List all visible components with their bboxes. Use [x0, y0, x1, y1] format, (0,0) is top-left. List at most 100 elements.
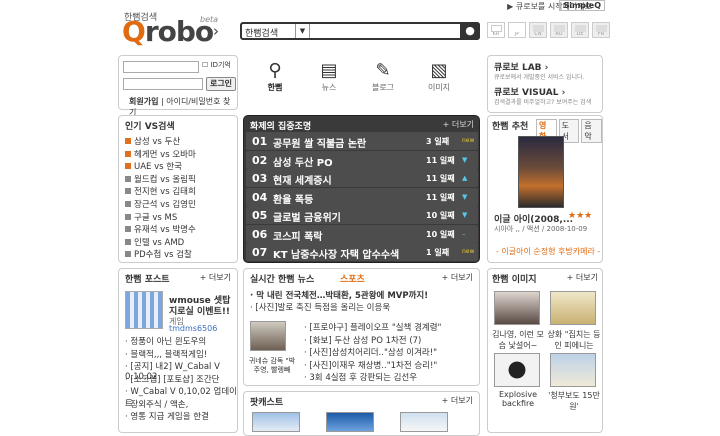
news-tab-realtime[interactable]: 실시간 한뻠 뉴스	[250, 272, 314, 285]
vs-item-label: 구글 vs MS	[134, 212, 178, 223]
id-input[interactable]	[123, 61, 199, 73]
post-more-link[interactable]: + 더보기	[200, 272, 231, 283]
hot-rank: 01	[252, 135, 268, 148]
login-panel: ☐ ID기억 로그인 회원가입 | 아이디/비밀번호 찾기	[118, 55, 238, 117]
news-list-item[interactable]: · [화보] 두산 삼성 PO 1차전 (7)	[304, 334, 421, 346]
movie-poster[interactable]	[518, 136, 564, 208]
hot-badge: ▼	[462, 211, 468, 219]
recommend-title: 한뻠 추천	[492, 122, 529, 132]
vs-item[interactable]: 구글 vs MS	[125, 211, 177, 223]
search-input[interactable]	[310, 24, 478, 38]
nav-blog[interactable]: ✎ 블로그	[358, 60, 408, 93]
bullet-icon	[125, 238, 131, 245]
hot-topic-row[interactable]: 02 삼성 두산 PO 11 일째 ▼	[246, 150, 478, 169]
post-list-item[interactable]: · 블랙적,,, 블랙적게임!	[125, 348, 207, 360]
post-list-item[interactable]: · [소크랩] [포토샵] 조간단	[125, 373, 219, 385]
image-caption-1[interactable]: 김나영, 이런 모습 낯설어~	[490, 329, 546, 351]
simpleq-button[interactable]: SimpleQ	[559, 0, 605, 11]
search-button[interactable]: ●	[460, 22, 480, 40]
hot-topic-row[interactable]: 04 환율 폭등 11 일째 ▼	[246, 187, 478, 206]
podcast-thumb-1[interactable]	[252, 412, 300, 432]
vs-item[interactable]: 유재석 vs 박명수	[125, 223, 196, 235]
remember-id[interactable]: ☐ ID기억	[202, 60, 231, 70]
hot-topic-row[interactable]: 03 현재 세계증시 11 일째 ▲	[246, 169, 478, 187]
hot-topic-row[interactable]: 05 글로벌 금융위기 10 일째 ▼	[246, 206, 478, 224]
vs-item[interactable]: 월드컵 vs 올림픽	[125, 173, 196, 185]
hot-title: 화제의 집중조명	[250, 122, 312, 132]
bullet-icon	[125, 213, 131, 220]
hot-badge: ▼	[462, 155, 468, 164]
newspaper-icon: ▤	[320, 60, 338, 81]
vs-item[interactable]: 삼성 vs 두산	[125, 135, 180, 147]
image-caption-2[interactable]: 상화 "집치는 등인 피에니는	[546, 329, 602, 351]
hot-rank: 07	[252, 246, 268, 259]
hot-topic-row[interactable]: 06 코스피 폭락 10 일째 –	[246, 224, 478, 243]
hot-topic-row[interactable]: 01 공무원 쌀 직불금 논란 3 일째 new	[246, 132, 478, 150]
vs-item[interactable]: UAE vs 한국	[125, 160, 182, 172]
news-list-item[interactable]: · [프로야구] 플레이오프 "실책 경계령"	[304, 321, 441, 333]
bullet-icon	[125, 188, 131, 195]
hot-topic-row[interactable]: 07 KT 남중수사장 자택 압수수색 1 일째 new	[246, 243, 478, 261]
vs-item[interactable]: 헤게먼 vs 오바마	[125, 148, 196, 160]
news-panel: 실시간 한뻠 뉴스 스포츠 + 더보기 · 막 내린 전국체전…박태환, 5관왕…	[243, 268, 480, 386]
image-caption-3[interactable]: Explosive backfire	[490, 390, 546, 408]
news-tab-sports[interactable]: 스포츠	[340, 272, 365, 285]
search-category-select[interactable]: 한뻠검색	[242, 24, 296, 39]
nav-news[interactable]: ▤ 뉴스	[304, 60, 354, 93]
vs-item[interactable]: PD수첩 vs 검찰	[125, 248, 192, 260]
podcast-thumb-2[interactable]	[326, 412, 374, 432]
image-thumb-2[interactable]	[550, 291, 596, 325]
vs-item[interactable]: 인텔 vs AMD	[125, 236, 184, 248]
news-thumbnail[interactable]	[250, 321, 286, 351]
bullet-icon	[125, 251, 131, 258]
hot-topic-text: 글로벌 금융위기	[273, 213, 341, 224]
tab-music[interactable]: 음악	[581, 119, 603, 143]
post-thumbnail[interactable]	[125, 291, 163, 329]
image-thumb-1[interactable]	[494, 291, 540, 325]
nav-web[interactable]: ⚲ 한뻠	[250, 60, 300, 93]
news-list-item[interactable]: · [사진]삼성치어리더.."삼성 이겨라!"	[304, 346, 437, 358]
flag-kr-icon[interactable]: KR	[487, 22, 505, 38]
hot-rank: 06	[252, 227, 268, 241]
post-list-item[interactable]: · 정품이 아닌 윈도우의	[125, 335, 206, 347]
hot-badge: –	[462, 229, 466, 238]
visual-description: 검색결과를 비주얼하고? 보여주는 검색	[494, 99, 592, 106]
hot-more-link[interactable]: + 더보기	[443, 119, 474, 130]
movie-rating: ★★★	[568, 211, 593, 221]
movie-note[interactable]: - 이글아이 순정형 후방카메라 -	[496, 246, 600, 257]
flag-ru-icon[interactable]: RU	[550, 22, 568, 38]
vs-item[interactable]: 전지현 vs 김태희	[125, 185, 196, 197]
image-caption-4[interactable]: '청부보도 15만원'	[546, 390, 602, 412]
bullet-icon	[125, 138, 131, 144]
podcast-title: 팟캐스트	[250, 398, 284, 408]
news-line-2[interactable]: · [사진]발로 축진 득점을 올리는 이응욱	[250, 301, 390, 313]
vs-item-label: 월드컵 vs 올림픽	[134, 174, 196, 185]
post-list-item[interactable]: · 영통 지급 게임을 한결	[125, 410, 209, 422]
news-caption[interactable]: 귀네슈 감독 "박주영, 빨렝빼	[248, 357, 296, 375]
vs-item-label: UAE vs 한국	[134, 162, 182, 173]
news-list-item[interactable]: · 3회 4실점 후 강판되는 김선우	[304, 371, 417, 383]
password-input[interactable]	[123, 78, 203, 90]
news-headline[interactable]: · 막 내린 전국체전…박태환, 5관왕에 MVP까지!	[250, 289, 428, 301]
join-link[interactable]: 회원가입	[129, 97, 158, 106]
news-list-item[interactable]: · [사진]이재우 채상병.."1차전 승리!"	[304, 359, 437, 371]
images-more-link[interactable]: + 더보기	[567, 272, 598, 283]
image-thumb-4[interactable]	[550, 353, 596, 387]
vs-search-panel: 인기 VS검색 삼성 vs 두산 헤게먼 vs 오바마 UAE vs 한국 월드컵 v…	[118, 115, 238, 263]
nav-image[interactable]: ▧ 이미지	[414, 60, 464, 93]
podcast-more-link[interactable]: + 더보기	[442, 395, 473, 406]
post-list-item[interactable]: · 장외주식 / 액손,	[125, 398, 188, 410]
flag-cn-icon[interactable]: CN	[529, 22, 547, 38]
flag-de-icon[interactable]: DE	[571, 22, 589, 38]
search-icon: ⚲	[268, 60, 282, 81]
news-more-link[interactable]: + 더보기	[442, 272, 473, 283]
login-button[interactable]: 로그인	[206, 77, 236, 91]
bullet-icon	[125, 163, 131, 170]
image-thumb-3[interactable]	[494, 353, 540, 387]
flag-fr-icon[interactable]: FR	[592, 22, 610, 38]
post-author[interactable]: tmdms6506	[169, 324, 217, 333]
chevron-down-icon[interactable]: ▼	[296, 24, 310, 38]
vs-item[interactable]: 장근석 vs 김영민	[125, 198, 196, 210]
podcast-thumb-3[interactable]	[400, 412, 448, 432]
flag-jp-icon[interactable]: JP	[508, 22, 526, 38]
